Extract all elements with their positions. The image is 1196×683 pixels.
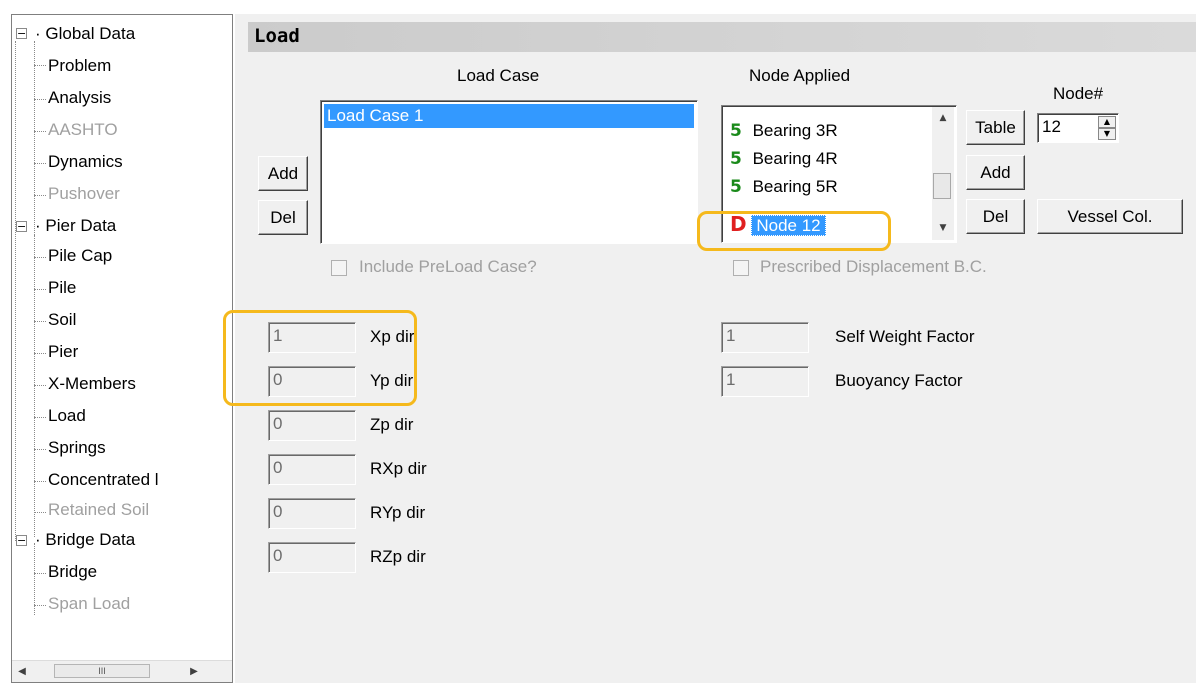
tree-item-pile-cap[interactable]: Pile Cap (48, 241, 112, 271)
tree-item-label: Global Data (45, 24, 136, 43)
tree-item-aashto: AASHTO (48, 120, 118, 139)
load-panel: Load Load Case Node Applied Node# Add De… (223, 14, 1196, 683)
spin-down-icon[interactable]: ▼ (1098, 128, 1116, 140)
ryp-dir-field[interactable]: 0 (268, 498, 356, 529)
rxp-dir-label: RXp dir (370, 459, 427, 478)
self-weight-factor-field[interactable]: 1 (721, 322, 809, 353)
self-weight-factor-label: Self Weight Factor (835, 327, 975, 346)
node-applied-header: Node Applied (749, 66, 851, 85)
node-number-spinner[interactable]: 12 ▲ ▼ (1037, 113, 1119, 143)
scroll-right-icon[interactable]: ▶ (184, 661, 204, 682)
tree-item-dynamics[interactable]: Dynamics (48, 147, 123, 177)
tree-connector (15, 41, 16, 541)
collapse-icon[interactable]: − (16, 221, 27, 232)
scroll-up-icon[interactable]: ▲ (932, 109, 954, 127)
node-number-label: Node# (1053, 84, 1104, 103)
panel-title-bar: Load (248, 22, 1196, 52)
spin-up-icon[interactable]: ▲ (1098, 116, 1116, 128)
tree-horizontal-scrollbar[interactable]: ◀ III ▶ (12, 660, 232, 682)
list-item[interactable]: Load Case 1 (324, 104, 694, 128)
delete-load-case-button[interactable]: Del (258, 200, 308, 235)
tree-connector (34, 235, 35, 537)
prescribed-displacement-label: Prescribed Displacement B.C. (760, 257, 987, 276)
navigation-tree[interactable]: − · Global Data Problem Analysis AASHTO … (11, 14, 233, 683)
list-item[interactable]: 5 Bearing 3R (730, 118, 838, 144)
rxp-dir-field[interactable]: 0 (268, 454, 356, 485)
node-table-button[interactable]: Table (966, 110, 1025, 145)
tree-item-analysis[interactable]: Analysis (48, 83, 111, 113)
prescribed-displacement-checkbox (733, 260, 749, 276)
tree-item-bridge-data[interactable]: · Bridge Data (35, 525, 135, 555)
scroll-left-icon[interactable]: ◀ (12, 661, 32, 682)
node-label: Bearing 3R (752, 121, 838, 140)
tree-item-soil[interactable]: Soil (48, 305, 76, 335)
add-node-button[interactable]: Add (966, 155, 1025, 190)
zp-dir-label: Zp dir (370, 415, 414, 434)
zp-dir-field[interactable]: 0 (268, 410, 356, 441)
tree-item-span-load: Span Load (48, 594, 131, 613)
include-preload-checkbox (331, 260, 347, 276)
tree-item-load[interactable]: Load (48, 401, 86, 431)
buoyancy-factor-label: Buoyancy Factor (835, 371, 963, 390)
tree-item-springs[interactable]: Springs (48, 433, 106, 463)
tree-item-pile[interactable]: Pile (48, 273, 76, 303)
load-case-list[interactable]: Load Case 1 (320, 100, 698, 244)
annotation-highlight (223, 310, 417, 406)
s-node-icon: 5 (730, 177, 742, 197)
node-label: Bearing 5R (752, 177, 838, 196)
scroll-thumb[interactable] (933, 173, 951, 199)
list-item[interactable]: 5 Bearing 5R (730, 174, 838, 200)
ryp-dir-label: RYp dir (370, 503, 426, 522)
annotation-highlight (697, 211, 891, 251)
vessel-col-button[interactable]: Vessel Col. (1037, 199, 1183, 234)
tree-item-pushover: Pushover (48, 184, 120, 203)
node-list-scrollbar[interactable]: ▲ ▼ (932, 107, 954, 240)
collapse-icon[interactable]: − (16, 28, 27, 39)
scroll-thumb[interactable]: III (54, 664, 150, 678)
rzp-dir-field[interactable]: 0 (268, 542, 356, 573)
buoyancy-factor-field[interactable]: 1 (721, 366, 809, 397)
tree-item-problem[interactable]: Problem (48, 51, 111, 81)
tree-item-pier-data[interactable]: · Pier Data (35, 211, 116, 241)
node-label: Bearing 4R (752, 149, 838, 168)
tree-item-concentrated[interactable]: Concentrated l (48, 465, 159, 495)
tree-item-x-members[interactable]: X-Members (48, 369, 136, 399)
tree-item-label: Bridge Data (45, 530, 136, 549)
include-preload-label: Include PreLoad Case? (359, 257, 537, 276)
load-case-header: Load Case (457, 66, 540, 85)
s-node-icon: 5 (730, 149, 742, 169)
s-node-icon: 5 (730, 121, 742, 141)
list-item[interactable]: 5 Bearing 4R (730, 146, 838, 172)
tree-item-label: Pier Data (45, 216, 117, 235)
node-number-value[interactable]: 12 (1042, 117, 1061, 137)
add-load-case-button[interactable]: Add (258, 156, 308, 191)
delete-node-button[interactable]: Del (966, 199, 1025, 234)
load-case-label: Load Case 1 (327, 106, 424, 125)
tree-item-retained-soil: Retained Soil (48, 500, 150, 519)
scroll-down-icon[interactable]: ▼ (932, 219, 954, 237)
tree-item-pier[interactable]: Pier (48, 337, 78, 367)
tree-item-bridge[interactable]: Bridge (48, 557, 97, 587)
panel-title: Load (254, 25, 300, 47)
rzp-dir-label: RZp dir (370, 547, 426, 566)
collapse-icon[interactable]: − (16, 535, 27, 546)
tree-item-global-data[interactable]: · Global Data (35, 19, 135, 49)
